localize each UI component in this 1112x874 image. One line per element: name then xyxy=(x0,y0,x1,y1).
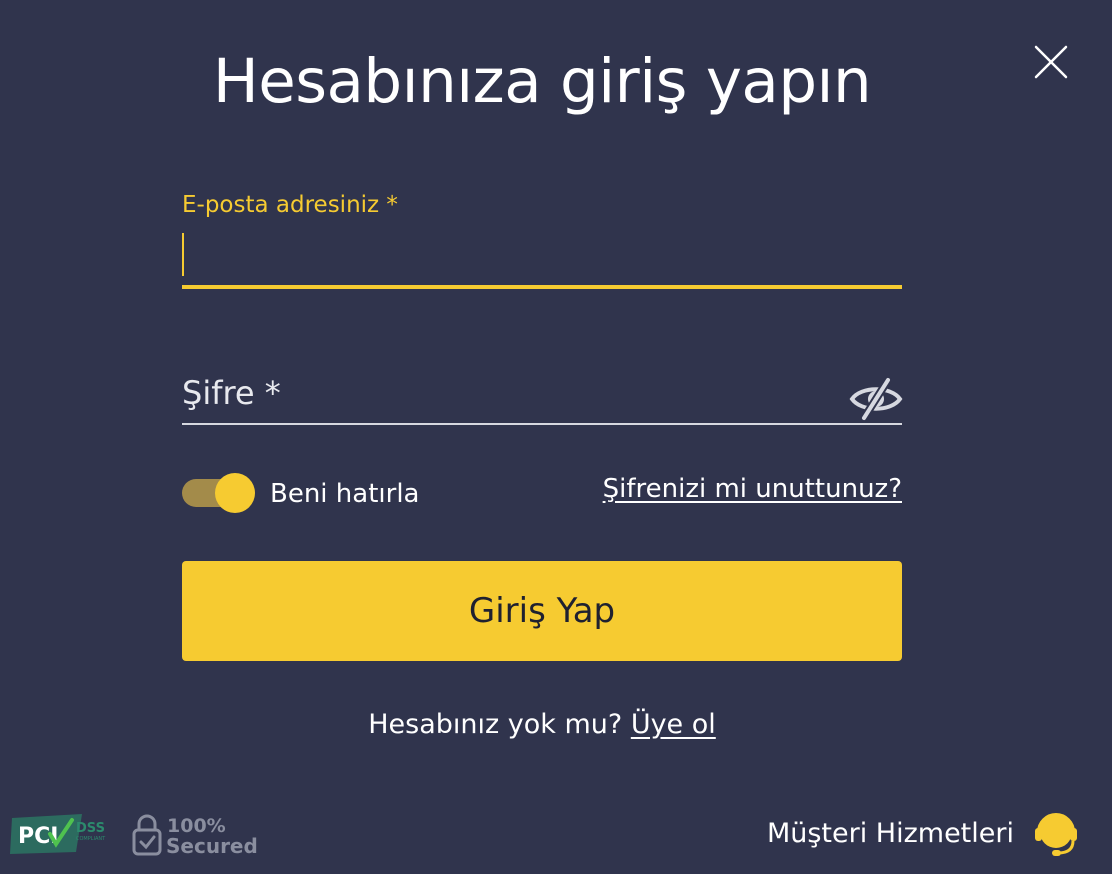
customer-service-label: Müşteri Hizmetleri xyxy=(766,818,1014,849)
close-icon[interactable] xyxy=(1031,42,1071,82)
remember-toggle[interactable] xyxy=(182,472,256,514)
password-underline xyxy=(182,423,902,425)
compliant-text: COMPLIANT xyxy=(76,836,106,842)
toggle-knob xyxy=(215,473,255,513)
customer-service-link[interactable]: Müşteri Hizmetleri xyxy=(767,810,1078,858)
register-row: Hesabınız yok mu? Üye ol xyxy=(0,707,1084,743)
pci-dss-badge: PCI DSS COMPLIANT xyxy=(10,814,106,854)
register-link[interactable]: Üye ol xyxy=(631,709,716,740)
dss-text: DSS xyxy=(76,821,105,836)
dialog-title: Hesabınıza giriş yapın xyxy=(212,46,872,117)
secured-text: Secured xyxy=(166,834,258,856)
email-input[interactable] xyxy=(182,230,902,289)
remember-label[interactable]: Beni hatırla xyxy=(270,477,419,511)
login-button[interactable]: Giriş Yap xyxy=(182,561,902,661)
text-caret xyxy=(182,233,184,276)
secured-badge: 100% Secured xyxy=(132,814,258,856)
headset-icon xyxy=(1035,813,1077,856)
eye-off-icon[interactable] xyxy=(849,376,903,422)
forgot-password-link[interactable]: Şifrenizi mi unuttunuz? xyxy=(603,472,902,506)
email-label: E-posta adresiniz * xyxy=(182,192,398,218)
password-input[interactable] xyxy=(182,372,842,422)
register-prompt: Hesabınız yok mu? xyxy=(368,709,623,740)
